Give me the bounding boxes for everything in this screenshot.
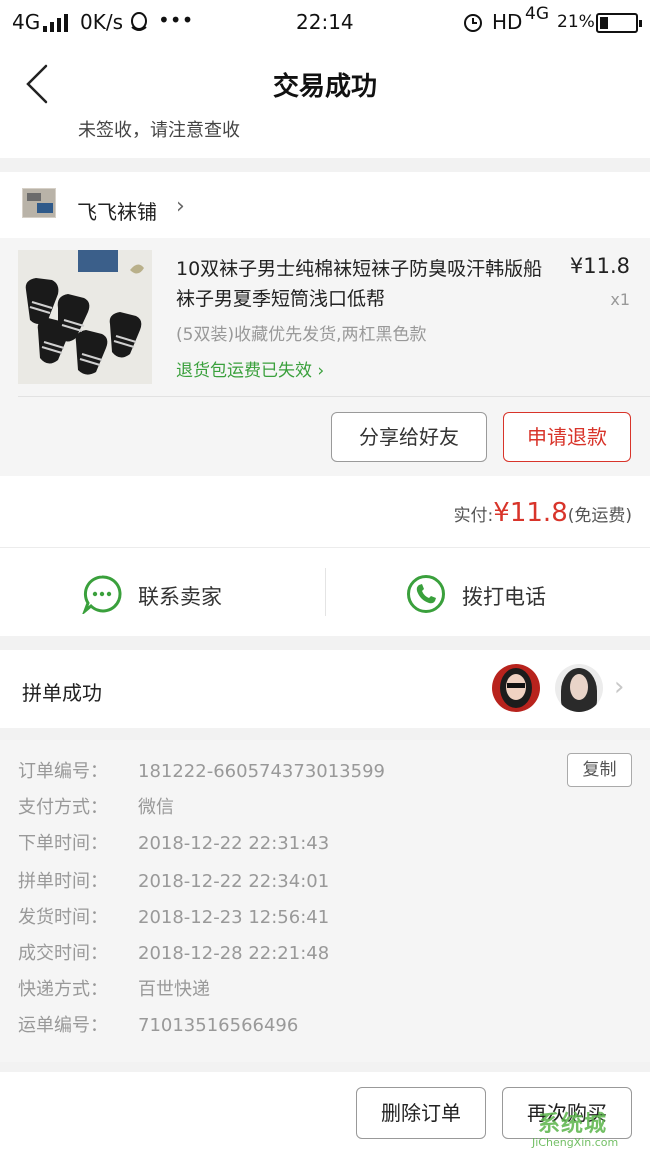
divider	[0, 158, 650, 172]
chevron-right-icon: ›	[312, 361, 325, 381]
product-title: 10双袜子男士纯棉袜短袜子防臭吸汗韩版船袜子男夏季短筒浅口低帮	[176, 258, 543, 310]
group-status: 拼单成功	[22, 681, 102, 705]
group-buy-row[interactable]: 拼单成功 ›	[0, 650, 650, 728]
tracking-number-row: 运单编号： 71013516566496	[18, 1015, 299, 1036]
page-title: 交易成功	[272, 72, 377, 102]
courier-row: 快递方式： 百世快递	[18, 979, 210, 1000]
more-icon: •••	[158, 8, 194, 32]
network-type-2: 4G	[525, 4, 549, 24]
battery-percent: 21%	[557, 12, 595, 32]
clock: 22:14	[296, 10, 354, 34]
paid-label: 实付:	[453, 506, 494, 526]
shop-avatar	[22, 188, 56, 218]
network-speed: 0K/s	[80, 10, 123, 34]
chat-icon	[82, 575, 122, 614]
product-spec: (5双装)收藏优先发货,两杠黑色款	[176, 325, 427, 345]
contact-seller-label: 联系卖家	[138, 585, 222, 609]
phone-icon	[407, 575, 445, 613]
nav-bar: 交易成功	[0, 44, 650, 124]
chevron-right-icon: ›	[176, 194, 185, 219]
divider	[0, 636, 650, 650]
order-time-row: 下单时间： 2018-12-22 22:31:43	[18, 833, 330, 854]
payment-summary: 实付:¥11.8(免运费)	[0, 476, 650, 548]
divider	[18, 396, 650, 397]
hd-indicator: HD	[492, 10, 523, 34]
order-details: 订单编号： 181222-660574373013599 复制 支付方式： 微信 下…	[0, 740, 650, 1062]
paid-total: 实付:¥11.8(免运费)	[454, 498, 632, 528]
shop-row[interactable]: 飞飞袜铺 ›	[0, 172, 650, 238]
complete-time-row: 成交时间： 2018-12-28 22:21:48	[18, 943, 330, 964]
ship-time-row: 发货时间： 2018-12-23 12:56:41	[18, 907, 330, 928]
chevron-right-icon: ›	[614, 672, 625, 702]
call-button[interactable]: 拨打电话	[325, 548, 650, 636]
avatar	[555, 664, 603, 712]
product-quantity: x1	[610, 290, 630, 309]
call-label: 拨打电话	[462, 585, 546, 609]
copy-button[interactable]: 复制	[567, 753, 632, 787]
divider	[0, 728, 650, 740]
order-number: 181222-660574373013599	[138, 761, 385, 782]
product-price: ¥11.8	[569, 254, 630, 278]
avatar	[492, 664, 540, 712]
alarm-icon	[464, 14, 482, 32]
delete-order-button[interactable]: 删除订单	[356, 1087, 486, 1139]
shop-name: 飞飞袜铺	[77, 200, 157, 224]
order-number-row: 订单编号： 181222-660574373013599	[18, 757, 385, 787]
signal-icon	[43, 14, 71, 32]
divider	[0, 1062, 650, 1072]
shipping-note: (免运费)	[567, 506, 632, 526]
share-button[interactable]: 分享给好友	[331, 412, 487, 462]
network-type: 4G	[12, 10, 41, 34]
product-card[interactable]: 10双袜子男士纯棉袜短袜子防臭吸汗韩版船袜子男夏季短筒浅口低帮 ¥11.8 x1…	[0, 238, 650, 476]
watermark-logo: 系统城 JiChengXin.com	[532, 1112, 619, 1149]
status-bar: 4G 0K/s ••• 22:14 HD 4G 21%	[0, 0, 650, 44]
return-notice-text: 退货包运费已失效	[176, 361, 312, 381]
address-text: 未签收，请注意查收	[78, 120, 240, 138]
payment-method-row: 支付方式： 微信	[18, 797, 174, 818]
battery-icon	[596, 13, 642, 33]
product-image	[18, 250, 152, 384]
contact-bar: 联系卖家 拨打电话	[0, 548, 650, 636]
refund-button[interactable]: 申请退款	[503, 412, 631, 462]
qq-icon	[131, 12, 147, 31]
return-shipping-notice[interactable]: 退货包运费已失效 ›	[176, 356, 324, 381]
paid-amount: ¥11.8	[493, 498, 568, 528]
contact-seller-button[interactable]: 联系卖家	[0, 548, 325, 636]
group-time-row: 拼单时间： 2018-12-22 22:34:01	[18, 871, 330, 892]
